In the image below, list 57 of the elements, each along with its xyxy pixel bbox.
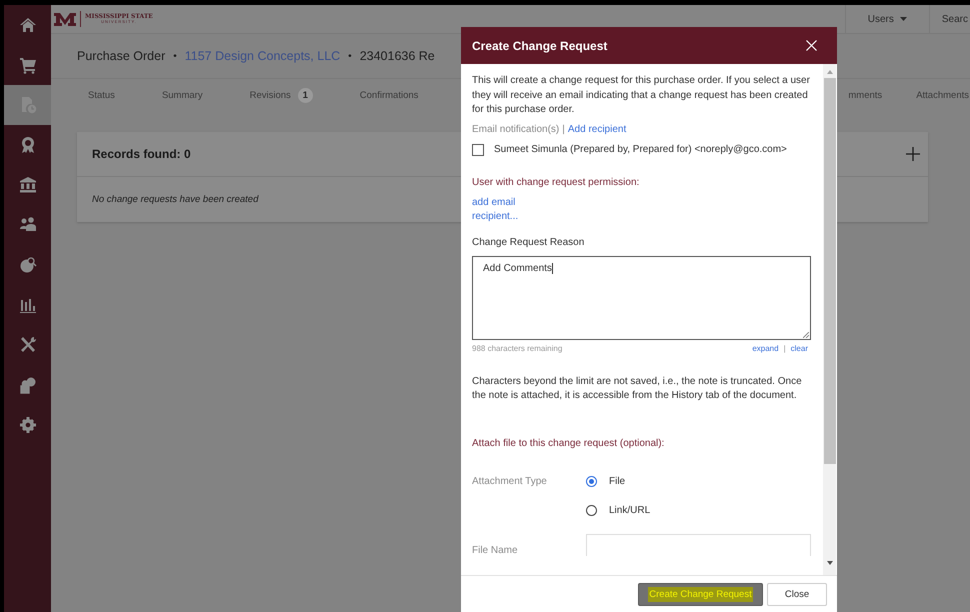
email-label: Email notification(s) — [472, 124, 560, 134]
logo-icon — [54, 11, 76, 27]
cart-icon — [20, 58, 36, 74]
checkbox[interactable] — [472, 144, 484, 156]
search-button[interactable]: Searc — [928, 5, 970, 33]
tab[interactable]: Status — [88, 79, 115, 111]
settings-icon — [20, 417, 36, 433]
reason-field[interactable]: Add Comments — [472, 256, 811, 340]
tools-icon — [20, 337, 36, 352]
empty-message: No change requests have been created — [92, 194, 258, 205]
users-menu[interactable]: Users — [844, 5, 929, 33]
close-icon[interactable] — [806, 40, 817, 51]
title-separator: • — [173, 50, 177, 62]
link-separator: | — [784, 344, 786, 352]
add-icon[interactable] — [906, 147, 920, 161]
supplier-link[interactable]: 1157 Design Concepts, LLC — [184, 49, 340, 63]
radio-button[interactable] — [586, 504, 597, 516]
home-icon — [20, 18, 36, 32]
reason-label: Change Request Reason — [472, 236, 586, 248]
clear-link[interactable]: clear — [790, 344, 808, 352]
expand-link[interactable]: expand — [752, 344, 779, 352]
tab[interactable]: mments — [848, 79, 882, 111]
file-name-field[interactable] — [586, 534, 811, 556]
page-title: Purchase Order — [77, 49, 166, 63]
count-badge: 1 — [298, 88, 313, 102]
tab[interactable]: Revisions 1 — [250, 79, 313, 111]
radio-label: Link/URL — [609, 504, 650, 516]
add-email-link[interactable]: add email recipient... — [472, 196, 522, 224]
dialog-title: Create Change Request — [472, 38, 608, 52]
link-separator: | — [562, 124, 565, 134]
attachment-type-label: Attachment Type — [472, 476, 548, 488]
award-icon — [22, 137, 34, 153]
scrollbar[interactable] — [823, 64, 836, 575]
file-name-label: File Name — [472, 544, 519, 556]
intro-text: This will create a change request for this purchase order. If you select a user they will receive an email indicating that a change request has been created for this purchase order. — [472, 74, 811, 117]
close-button[interactable]: Close — [767, 582, 827, 606]
caret-icon — [900, 17, 907, 21]
recipient-label: Sumeet Simunla (Prepared by, Prepared for) <noreply@gco.com> — [494, 144, 787, 155]
bank-icon — [20, 177, 36, 192]
note-text: Characters beyond the limit are not saved, i.e., the note is truncated. Once the note is attached, it is accessible from the History tab of the document. — [472, 374, 803, 403]
characters-remaining: 988 characters remaining — [472, 344, 562, 352]
people-icon — [20, 217, 36, 231]
title-separator: • — [348, 50, 352, 62]
permission-heading: User with change request permission: — [472, 176, 640, 188]
bar-chart-icon — [20, 299, 36, 313]
tab[interactable]: Confirmations — [360, 79, 418, 111]
radio-label: File — [609, 476, 626, 486]
tab[interactable]: Attachments — [916, 79, 969, 111]
scroll-down-icon[interactable] — [826, 561, 832, 565]
add-recipient-link[interactable]: Add recipient — [568, 124, 626, 134]
page-title: 23401636 Re — [360, 49, 435, 63]
resize-grip-icon[interactable] — [803, 332, 809, 338]
attach-heading: Attach file to this change request (optional): — [472, 438, 666, 448]
create-button[interactable]: Create Change Request — [638, 582, 763, 606]
radio-button[interactable] — [586, 476, 597, 486]
tab[interactable]: Summary — [162, 79, 203, 111]
records-count: Records found: 0 — [92, 147, 191, 161]
